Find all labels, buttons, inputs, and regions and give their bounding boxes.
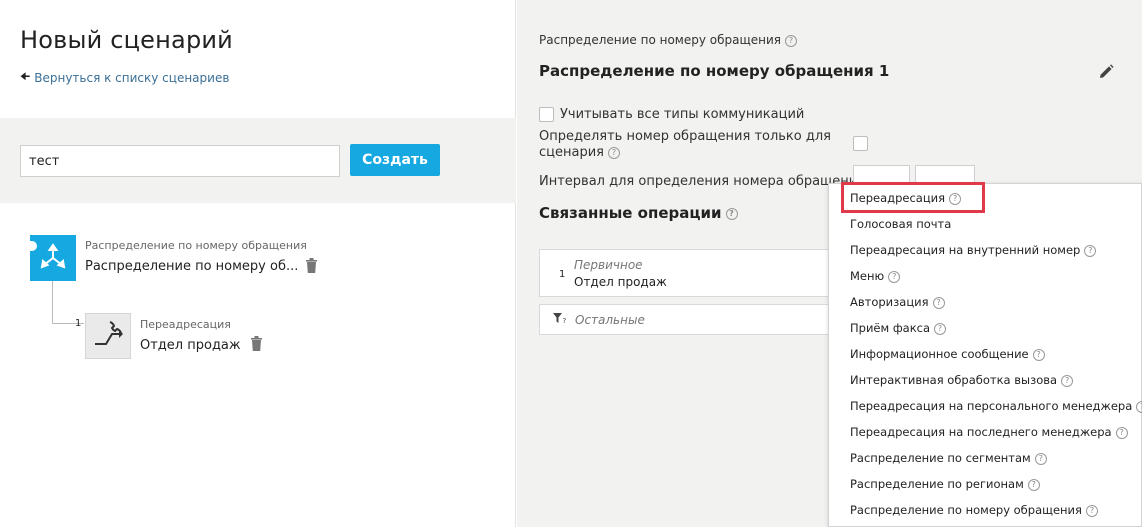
dropdown-item-label: Меню	[850, 269, 885, 283]
other-op-row[interactable]: ? Остальные	[539, 304, 844, 335]
child-node-name[interactable]: Отдел продаж	[140, 338, 241, 353]
help-icon[interactable]: ?	[785, 34, 798, 47]
tree-connector-vertical	[52, 281, 53, 324]
root-node-name[interactable]: Распределение по номеру об...	[85, 259, 298, 274]
dropdown-item-label: Распределение по сегментам	[850, 451, 1031, 465]
dropdown-item-label: Распределение по номеру обращения	[850, 503, 1082, 517]
help-icon[interactable]: ?	[949, 192, 962, 205]
dropdown-item-label: Переадресация на последнего менеджера	[850, 425, 1112, 439]
dropdown-item-label: Информационное сообщение	[850, 347, 1029, 361]
only-scenario-checkbox[interactable]	[853, 136, 868, 151]
dropdown-item-voicemail[interactable]: Голосовая почта	[850, 217, 951, 231]
pencil-edit-icon[interactable]	[1098, 64, 1114, 84]
linked-op-card[interactable]: 1 Первичное Отдел продаж	[539, 249, 844, 297]
all-types-label: Учитывать все типы коммуникаций	[560, 107, 805, 122]
dropdown-item-label: Интерактивная обработка вызова	[850, 373, 1058, 387]
root-node-type: Распределение по номеру обращения	[85, 239, 307, 252]
dropdown-item-menu[interactable]: Меню?	[850, 269, 901, 283]
distribute-icon	[40, 243, 66, 269]
filter-icon: ?	[553, 313, 567, 327]
help-icon[interactable]: ?	[1027, 478, 1040, 491]
interval-label: Интервал для определения номера обращени…	[539, 174, 866, 189]
dropdown-item-regions[interactable]: Распределение по регионам?	[850, 477, 1040, 491]
child-node-icon[interactable]	[85, 313, 131, 359]
child-node-number: 1	[75, 318, 82, 329]
help-icon[interactable]: ?	[888, 270, 901, 283]
only-scenario-text: сценария	[539, 145, 604, 160]
dropdown-item-label: Переадресация на внутренний номер	[850, 243, 1081, 257]
op-number: 1	[559, 269, 566, 280]
help-icon[interactable]: ?	[1084, 244, 1097, 257]
operation-title: Распределение по номеру обращения 1	[539, 62, 890, 80]
dropdown-item-label: Распределение по регионам	[850, 477, 1024, 491]
dropdown-item-label: Авторизация	[850, 295, 929, 309]
dropdown-item-auth[interactable]: Авторизация?	[850, 295, 945, 309]
dropdown-item-label: Переадресация	[850, 191, 946, 205]
help-icon[interactable]: ?	[1085, 504, 1098, 517]
help-icon[interactable]: ?	[1115, 426, 1128, 439]
dropdown-item-forwarding[interactable]: Переадресация?	[850, 191, 962, 205]
dropdown-item-ivr[interactable]: Интерактивная обработка вызова?	[850, 373, 1074, 387]
help-icon[interactable]: ?	[607, 146, 620, 159]
only-scenario-label-1: Определять номер обращения только для	[539, 129, 831, 144]
linked-ops-title: Связанные операции?	[539, 204, 738, 222]
search-band: Создать	[0, 118, 516, 203]
operation-type-text: Распределение по номеру обращения	[539, 33, 782, 47]
child-node-type: Переадресация	[140, 318, 231, 331]
call-forward-icon	[95, 321, 123, 345]
dropdown-item-internal-forwarding[interactable]: Переадресация на внутренний номер?	[850, 243, 1097, 257]
help-icon[interactable]: ?	[1061, 374, 1074, 387]
delete-root-trash-icon[interactable]	[305, 258, 318, 277]
create-button[interactable]: Создать	[350, 144, 440, 176]
help-icon[interactable]: ?	[1034, 452, 1047, 465]
other-op-label: Остальные	[575, 313, 645, 327]
arrow-left-icon: 🠈	[20, 70, 31, 83]
help-icon[interactable]: ?	[932, 296, 945, 309]
dropdown-item-label: Переадресация на персонального менеджера	[850, 399, 1133, 413]
help-icon[interactable]: ?	[934, 322, 947, 335]
help-icon[interactable]: ?	[1032, 348, 1045, 361]
page-title: Новый сценарий	[20, 26, 233, 54]
scenario-name-input[interactable]	[20, 145, 340, 177]
dropdown-item-fax[interactable]: Приём факса?	[850, 321, 947, 335]
linked-ops-text: Связанные операции	[539, 204, 722, 222]
back-to-list-link[interactable]: 🠈 Вернуться к списку сценариев	[20, 68, 229, 87]
delete-child-trash-icon[interactable]	[250, 336, 263, 355]
left-panel: Новый сценарий 🠈 Вернуться к списку сцен…	[0, 0, 516, 527]
dropdown-item-segments[interactable]: Распределение по сегментам?	[850, 451, 1047, 465]
dropdown-item-label: Приём факса	[850, 321, 931, 335]
root-node-icon[interactable]	[29, 235, 76, 281]
op-main: Отдел продаж	[574, 275, 667, 289]
help-icon[interactable]: ?	[1136, 400, 1142, 413]
dropdown-item-personal-manager[interactable]: Переадресация на персонального менеджера…	[850, 399, 1142, 413]
back-link-label: Вернуться к списку сценариев	[34, 70, 230, 85]
svg-text:?: ?	[563, 317, 567, 324]
all-types-checkbox[interactable]	[539, 107, 554, 122]
help-icon[interactable]: ?	[725, 207, 738, 220]
dropdown-item-info-message[interactable]: Информационное сообщение?	[850, 347, 1045, 361]
operation-type-label: Распределение по номеру обращения?	[539, 33, 798, 47]
op-sub: Первичное	[574, 258, 643, 272]
dropdown-item-last-manager[interactable]: Переадресация на последнего менеджера?	[850, 425, 1128, 439]
dropdown-item-request-number[interactable]: Распределение по номеру обращения?	[850, 503, 1098, 517]
dropdown-item-label: Голосовая почта	[850, 217, 952, 231]
only-scenario-label-2: сценария?	[539, 145, 620, 160]
